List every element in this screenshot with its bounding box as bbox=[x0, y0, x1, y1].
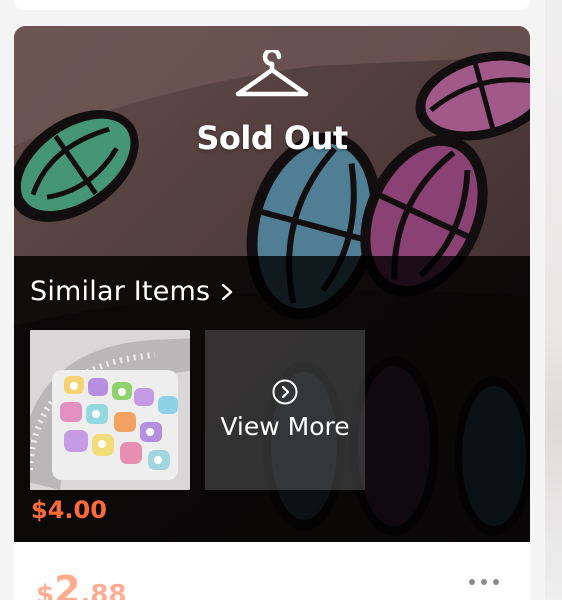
circle-chevron-right-icon bbox=[272, 379, 298, 405]
chevron-right-icon bbox=[222, 283, 233, 300]
more-horizontal-icon[interactable] bbox=[468, 578, 500, 586]
similar-item-thumbnail[interactable] bbox=[30, 330, 190, 490]
product-card[interactable]: Sold Out Similar Items $4.00 View More $… bbox=[14, 26, 530, 600]
sold-out-label: Sold Out bbox=[196, 119, 348, 157]
sold-out-badge: Sold Out bbox=[14, 50, 530, 157]
price-fraction: .88 bbox=[80, 580, 127, 600]
price-integer: 2 bbox=[54, 568, 81, 600]
hanger-icon bbox=[235, 50, 309, 97]
product-price: $2.88 bbox=[36, 568, 127, 600]
similar-items-panel: Similar Items $4.00 View More bbox=[14, 256, 530, 542]
product-feed: Sold Out Similar Items $4.00 View More $… bbox=[0, 0, 562, 600]
product-info: $2.88 bbox=[14, 542, 530, 600]
next-card-peek bbox=[545, 0, 562, 600]
view-more-label: View More bbox=[220, 412, 350, 441]
similar-item-price: $4.00 bbox=[31, 496, 107, 524]
similar-items-link[interactable]: Similar Items bbox=[30, 276, 234, 307]
price-currency: $ bbox=[36, 580, 55, 600]
similar-items-title: Similar Items bbox=[30, 276, 211, 307]
previous-card-edge bbox=[14, 0, 530, 10]
view-more-button[interactable]: View More bbox=[205, 330, 365, 490]
